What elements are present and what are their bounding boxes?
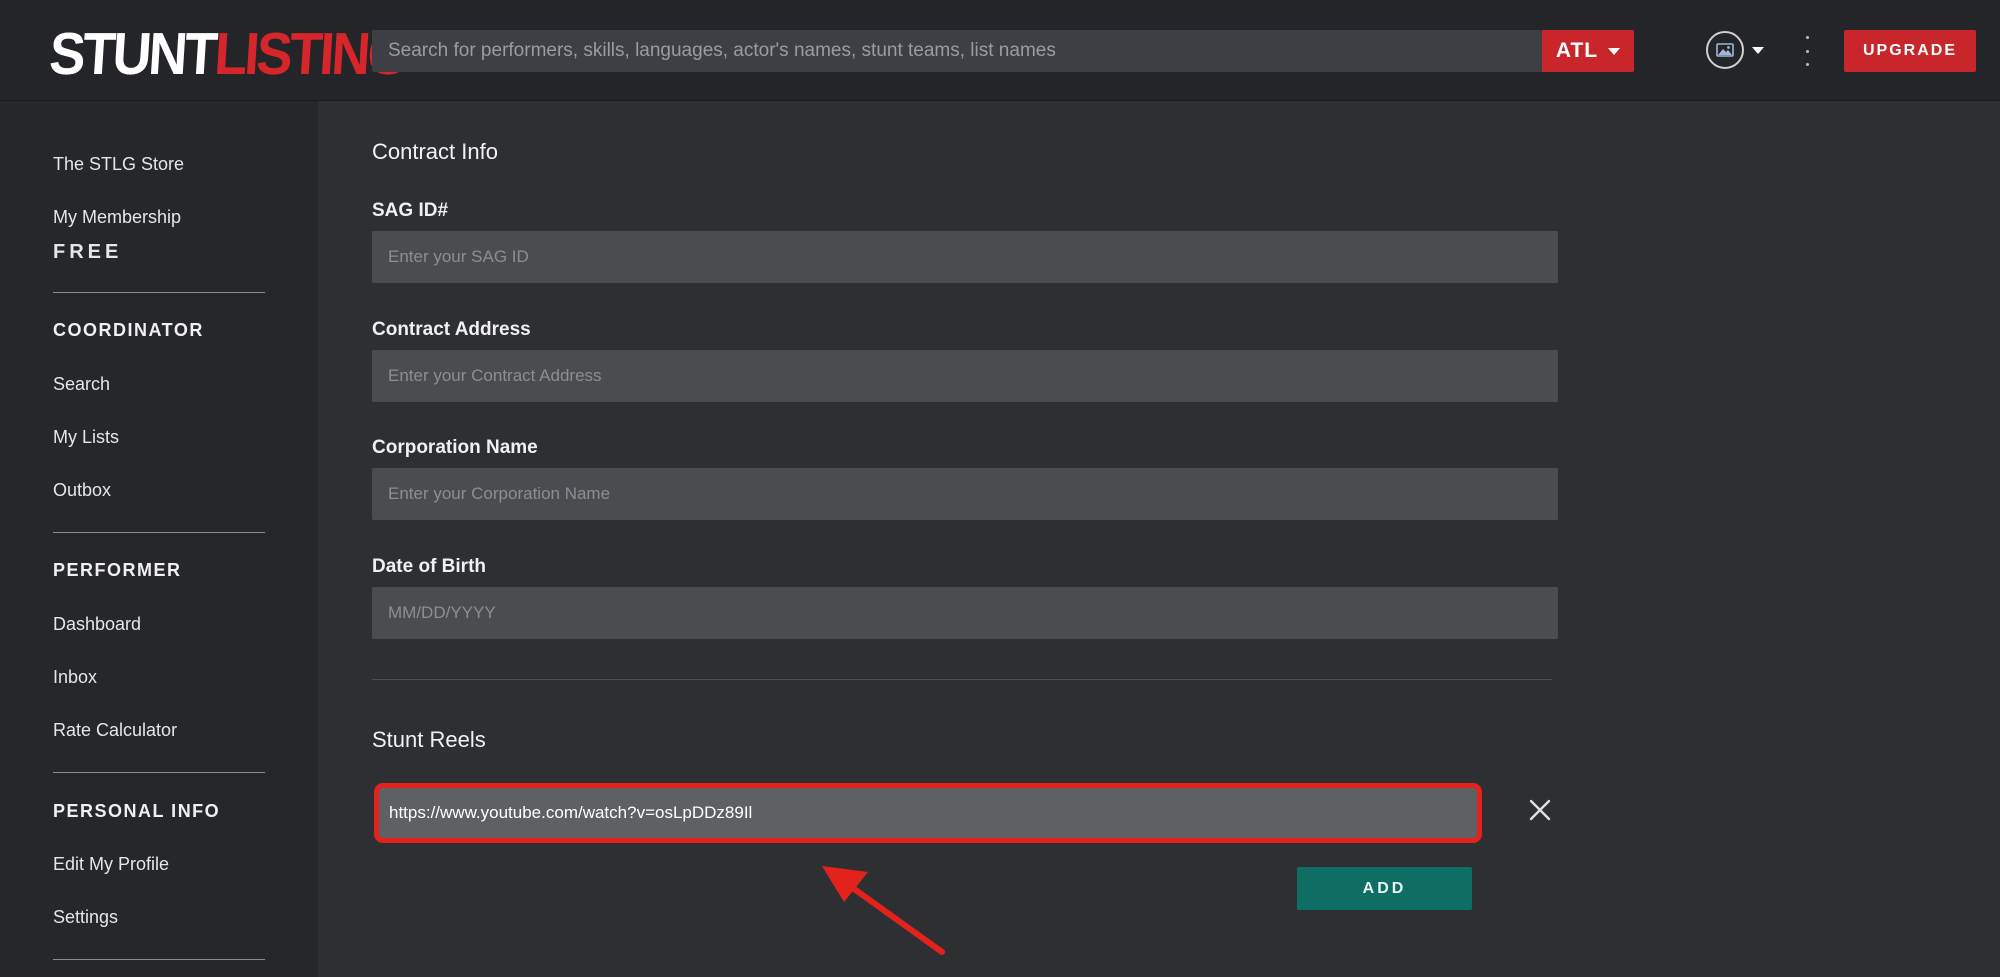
avatar-chevron-down-icon[interactable] (1752, 47, 1764, 54)
sidebar-divider (53, 292, 265, 293)
corporation-name-input[interactable] (372, 468, 1558, 520)
logo-text-stunt: STUNT (47, 21, 217, 88)
sag-id-input[interactable] (372, 231, 1558, 283)
corporation-name-label: Corporation Name (372, 437, 538, 458)
sag-id-label: SAG ID# (372, 200, 449, 221)
personal-info-heading: PERSONAL INFO (53, 801, 221, 821)
membership-tier-badge: FREE (53, 241, 123, 263)
sidebar-divider (53, 772, 265, 773)
section-divider (372, 679, 1552, 680)
search-input[interactable] (372, 30, 1542, 72)
sidebar-item-store[interactable]: The STLG Store (53, 154, 184, 175)
contract-address-label: Contract Address (372, 319, 531, 340)
image-avatar-icon (1716, 43, 1734, 57)
sidebar-item-rate-calculator[interactable]: Rate Calculator (53, 720, 177, 741)
sidebar-item-inbox[interactable]: Inbox (53, 667, 97, 688)
contract-address-input[interactable] (372, 350, 1558, 402)
more-vertical-icon[interactable] (1803, 36, 1811, 66)
sidebar-item-edit-profile[interactable]: Edit My Profile (53, 854, 169, 875)
stunt-reel-url-input[interactable] (374, 783, 1482, 843)
stunt-reels-title: Stunt Reels (372, 727, 486, 752)
close-icon[interactable] (1528, 798, 1552, 822)
add-reel-button[interactable]: ADD (1297, 867, 1472, 910)
contract-info-title: Contract Info (372, 139, 498, 164)
sidebar-divider (53, 532, 265, 533)
performer-heading: PERFORMER (53, 560, 182, 580)
location-label: ATL (1555, 39, 1599, 62)
sidebar-item-dashboard[interactable]: Dashboard (53, 614, 141, 635)
stuntlisting-logo[interactable]: STUNTLISTING (47, 18, 409, 91)
location-dropdown[interactable]: ATL (1542, 30, 1634, 72)
annotation-arrow (822, 866, 945, 955)
date-of-birth-input[interactable] (372, 587, 1558, 639)
top-bar: STUNTLISTING ATL UPGRADE (0, 0, 2000, 101)
sidebar-item-my-lists[interactable]: My Lists (53, 427, 119, 448)
coordinator-heading: COORDINATOR (53, 320, 204, 340)
chevron-down-icon (1608, 47, 1621, 55)
sidebar-item-membership[interactable]: My Membership (53, 207, 181, 228)
sidebar-divider (53, 959, 265, 960)
sidebar: The STLG Store My Membership FREE COORDI… (0, 101, 318, 977)
sidebar-item-settings[interactable]: Settings (53, 907, 118, 928)
sidebar-item-outbox[interactable]: Outbox (53, 480, 111, 501)
sidebar-item-search[interactable]: Search (53, 374, 110, 395)
avatar[interactable] (1706, 31, 1744, 69)
upgrade-button[interactable]: UPGRADE (1844, 30, 1976, 72)
date-of-birth-label: Date of Birth (372, 556, 486, 577)
